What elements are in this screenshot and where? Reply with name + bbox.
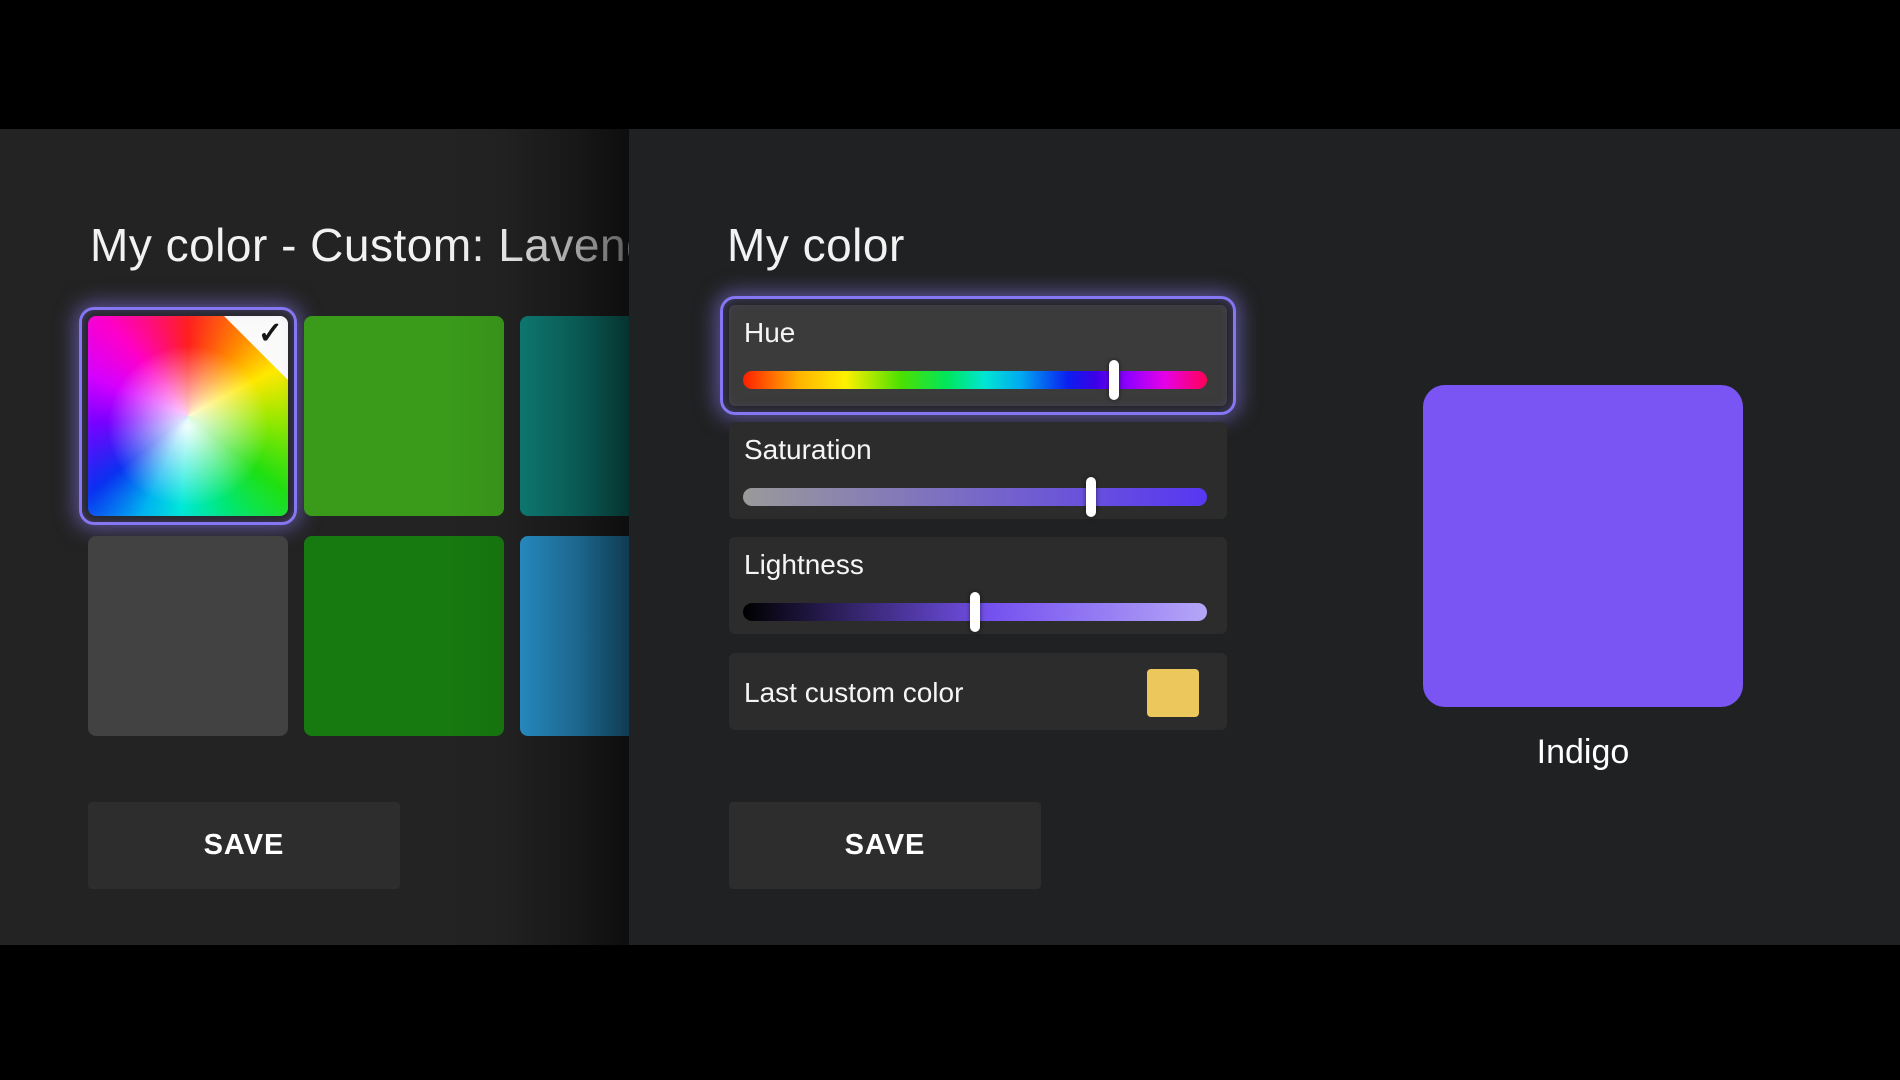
dark-gray-tile [88, 536, 288, 736]
saturation-slider-track[interactable] [743, 488, 1207, 506]
content-band: My color - Custom: Lavender ✓ [0, 129, 1900, 945]
swatch-dark-green[interactable] [304, 536, 504, 736]
green-tile [304, 316, 504, 516]
swatch-teal[interactable] [520, 316, 629, 516]
lightness-slider-card[interactable]: Lightness [729, 537, 1227, 634]
right-panel-title: My color [727, 218, 905, 272]
lightness-slider-thumb[interactable] [970, 592, 980, 632]
color-preview-name: Indigo [1423, 733, 1743, 772]
my-color-panel: My color Hue Saturation Lightness [629, 129, 1900, 945]
teal-tile [520, 316, 629, 516]
checkmark-icon: ✓ [258, 316, 283, 351]
swatch-blue[interactable] [520, 536, 629, 736]
last-custom-color-row[interactable]: Last custom color [729, 653, 1227, 730]
swatch-dark-gray[interactable] [88, 536, 288, 736]
left-panel-title: My color - Custom: Lavender [90, 218, 629, 272]
swatch-green[interactable] [304, 316, 504, 516]
left-save-button[interactable]: SAVE [88, 802, 400, 889]
lightness-label: Lightness [744, 549, 864, 581]
saturation-slider-thumb[interactable] [1086, 477, 1096, 517]
hue-focus-ring [720, 296, 1236, 415]
color-preview-square [1423, 385, 1743, 707]
saturation-slider-card[interactable]: Saturation [729, 422, 1227, 519]
hue-slider-track[interactable] [743, 371, 1207, 389]
custom-color-panel: My color - Custom: Lavender ✓ [0, 129, 629, 945]
hue-label: Hue [744, 317, 795, 349]
right-save-button[interactable]: SAVE [729, 802, 1041, 889]
last-custom-color-label: Last custom color [744, 677, 963, 709]
saturation-label: Saturation [744, 434, 872, 466]
hue-slider-card[interactable]: Hue [729, 305, 1227, 406]
screen: My color - Custom: Lavender ✓ [0, 0, 1900, 1080]
blue-tile [520, 536, 629, 736]
swatch-custom-color-picker[interactable]: ✓ [88, 316, 288, 516]
last-custom-color-swatch [1147, 669, 1199, 717]
hue-slider-thumb[interactable] [1109, 360, 1119, 400]
rainbow-gradient-tile: ✓ [88, 316, 288, 516]
dark-green-tile [304, 536, 504, 736]
lightness-slider-track[interactable] [743, 603, 1207, 621]
